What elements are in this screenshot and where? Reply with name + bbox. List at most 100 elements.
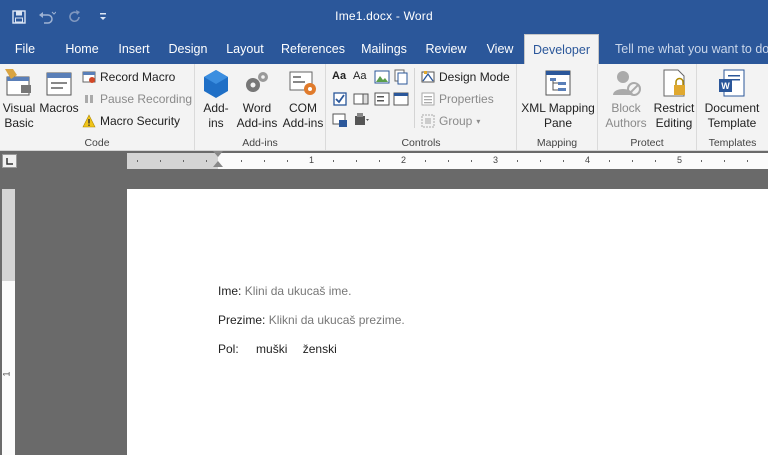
- hanging-indent-marker[interactable]: [213, 161, 223, 167]
- com-addins-button[interactable]: COM Add-ins: [281, 67, 325, 131]
- ime-content-control[interactable]: Klini da ukucaš ime.: [245, 284, 352, 298]
- block-authors-icon: [613, 71, 641, 96]
- document-page[interactable]: Ime: Klini da ukucaš ime. Prezime: Klikn…: [127, 189, 768, 455]
- xml-mapping-icon: [545, 70, 571, 96]
- option-muski[interactable]: muški: [256, 342, 287, 356]
- window-title: Ime1.docx - Word: [335, 9, 433, 23]
- addins-button[interactable]: Add- ins: [199, 67, 233, 131]
- picture-content-control-icon[interactable]: [374, 69, 390, 85]
- repeating-section-icon[interactable]: [332, 112, 348, 128]
- legacy-tools-icon[interactable]: [353, 112, 369, 128]
- ruler-tick: [241, 160, 242, 162]
- ruler-number: 5: [677, 155, 683, 165]
- prezime-content-control[interactable]: Klikni da ukucaš prezime.: [269, 313, 405, 327]
- restrict-editing-icon: [663, 69, 685, 97]
- tab-insert[interactable]: Insert: [113, 34, 155, 64]
- pol-field-row: Pol: muški ženski: [218, 342, 337, 356]
- document-template-button[interactable]: W Document Template: [699, 67, 765, 131]
- ruler-tick: [632, 160, 633, 162]
- tab-selector[interactable]: [2, 154, 17, 168]
- tab-layout[interactable]: Layout: [222, 34, 268, 64]
- group-controls-label: Controls: [401, 137, 441, 149]
- xml-mapping-pane-button[interactable]: XML Mapping Pane: [519, 67, 597, 131]
- addins-label: Add- ins: [203, 101, 229, 130]
- group-templates: W Document Template Templates: [697, 64, 768, 150]
- visual-basic-button[interactable]: Visual Basic: [2, 67, 36, 131]
- record-macro-label: Record Macro: [100, 70, 176, 84]
- checkbox-content-control-icon[interactable]: [332, 91, 348, 107]
- group-mapping-label: Mapping: [536, 137, 578, 149]
- restrict-editing-button[interactable]: Restrict Editing: [652, 67, 696, 131]
- record-macro-icon: [82, 71, 96, 83]
- tab-view[interactable]: View: [481, 34, 519, 64]
- macro-security-label: Macro Security: [100, 114, 181, 128]
- macros-button[interactable]: Macros: [39, 67, 79, 116]
- ruler-tick: [379, 160, 380, 162]
- plain-text-content-control-icon[interactable]: Aa: [353, 70, 369, 86]
- building-block-gallery-icon[interactable]: [393, 69, 409, 85]
- group-icon: [421, 114, 435, 128]
- ribbon: Visual Basic Macros Record Macro Pause R…: [0, 64, 768, 151]
- prezime-label: Prezime:: [218, 313, 266, 327]
- ruler-tick: [183, 160, 184, 162]
- ruler-tick: [609, 160, 610, 162]
- ruler-number: 4: [585, 155, 591, 165]
- group-mapping: XML Mapping Pane Mapping: [517, 64, 598, 150]
- vertical-ruler[interactable]: 1: [2, 189, 15, 455]
- gears-icon: [246, 72, 268, 92]
- date-picker-content-control-icon[interactable]: [393, 91, 409, 107]
- visual-basic-icon: [5, 69, 31, 96]
- group-button: Group ▾: [421, 111, 480, 131]
- ruler-tick: [160, 160, 161, 162]
- ruler-tick: [356, 160, 357, 162]
- pol-label: Pol:: [218, 342, 239, 356]
- option-zenski[interactable]: ženski: [303, 342, 337, 356]
- com-addins-icon: [289, 71, 316, 95]
- ruler-tick: [471, 160, 472, 162]
- ruler-number: 2: [401, 155, 407, 165]
- horizontal-ruler[interactable]: 1 2 3 4 5: [127, 153, 768, 169]
- macro-security-button[interactable]: Macro Security: [82, 111, 180, 131]
- ruler-tick: [264, 160, 265, 162]
- design-mode-icon: [421, 71, 435, 83]
- tab-references[interactable]: References: [279, 34, 347, 64]
- design-mode-button[interactable]: Design Mode: [421, 67, 510, 87]
- properties-label: Properties: [439, 92, 494, 106]
- combo-box-content-control-icon[interactable]: [353, 91, 369, 107]
- vertical-ruler-text-area: [2, 281, 15, 455]
- tell-me-box[interactable]: Tell me what you want to do: [607, 34, 768, 64]
- ruler-tick: [724, 160, 725, 162]
- pause-icon: [85, 95, 93, 103]
- drop-down-list-content-control-icon[interactable]: [374, 91, 390, 107]
- vertical-ruler-number: 1: [1, 371, 12, 377]
- tab-design[interactable]: Design: [164, 34, 212, 64]
- ruler-tick: [563, 160, 564, 162]
- tab-review[interactable]: Review: [421, 34, 471, 64]
- first-line-indent-marker[interactable]: [213, 151, 223, 157]
- group-protect: Block Authors Restrict Editing Protect: [598, 64, 697, 150]
- rich-text-content-control-icon[interactable]: Aa: [332, 70, 348, 86]
- macros-icon: [46, 72, 72, 96]
- ruler-tick: [747, 160, 748, 162]
- group-addins-label: Add-ins: [242, 137, 278, 149]
- block-authors-label: Block Authors: [605, 101, 647, 130]
- pause-recording-label: Pause Recording: [100, 92, 193, 106]
- record-macro-button[interactable]: Record Macro: [82, 67, 175, 87]
- ruler-number: 3: [493, 155, 499, 165]
- tab-home[interactable]: Home: [60, 34, 104, 64]
- group-addins: Add- ins Word Add-ins COM Add-ins Add-in…: [195, 64, 326, 150]
- com-addins-label: COM Add-ins: [282, 101, 324, 130]
- tab-developer[interactable]: Developer: [524, 34, 599, 64]
- word-document-icon: W: [719, 69, 745, 97]
- group-templates-label: Templates: [708, 137, 757, 149]
- properties-icon: [421, 92, 435, 106]
- properties-button: Properties: [421, 89, 494, 109]
- ruler-bar: 1 2 3 4 5: [0, 151, 768, 171]
- controls-separator: [414, 68, 415, 128]
- word-addins-button[interactable]: Word Add-ins: [235, 67, 279, 131]
- tab-mailings[interactable]: Mailings: [356, 34, 412, 64]
- ruler-tick: [425, 160, 426, 162]
- block-authors-button: Block Authors: [600, 67, 652, 131]
- ruler-tick: [701, 160, 702, 162]
- tab-file[interactable]: File: [6, 34, 44, 64]
